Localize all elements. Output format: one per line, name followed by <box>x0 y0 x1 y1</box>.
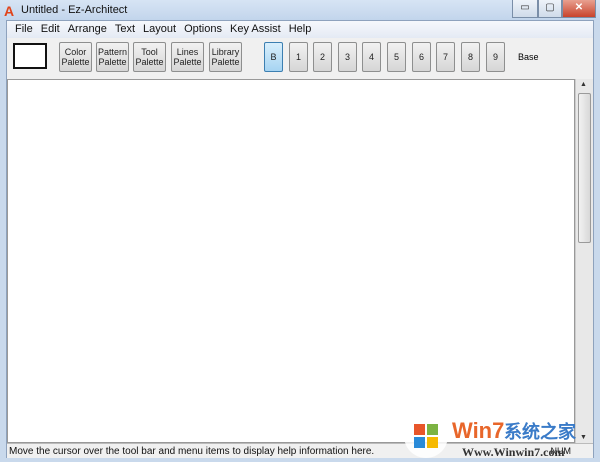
title-bar: A Untitled - Ez-Architect ▭ ▢ ✕ <box>0 0 600 20</box>
button-label: Palette <box>135 57 164 67</box>
button-label: Pattern <box>97 47 128 57</box>
button-label: Color <box>64 47 87 57</box>
svg-text:Win7: Win7 <box>452 418 504 443</box>
pattern-palette-button[interactable]: Pattern Palette <box>96 42 129 72</box>
layer-button-9[interactable]: 9 <box>486 42 505 72</box>
layer-button-7[interactable]: 7 <box>436 42 455 72</box>
button-label: Lines <box>176 47 199 57</box>
layer-button-base[interactable]: B <box>264 42 283 72</box>
watermark-logo: Win7 系统之家 Www.Winwin7.com <box>404 414 577 459</box>
menu-key-assist[interactable]: Key Assist <box>226 21 285 38</box>
menu-text[interactable]: Text <box>111 21 139 38</box>
window-title: Untitled - Ez-Architect <box>21 4 128 16</box>
button-label: Palette <box>61 57 90 67</box>
button-label: Palette <box>98 57 127 67</box>
color-palette-button[interactable]: Color Palette <box>59 42 92 72</box>
menu-edit[interactable]: Edit <box>37 21 64 38</box>
status-text: Move the cursor over the tool bar and me… <box>9 446 375 457</box>
layer-button-5[interactable]: 5 <box>387 42 406 72</box>
scroll-up-icon[interactable]: ▲ <box>580 81 587 88</box>
svg-text:系统之家: 系统之家 <box>504 421 577 443</box>
app-logo-icon: A <box>4 3 15 19</box>
layer-button-3[interactable]: 3 <box>338 42 357 72</box>
vertical-scrollbar[interactable]: ▲ ▼ <box>575 79 593 443</box>
menu-arrange[interactable]: Arrange <box>64 21 111 38</box>
layer-button-1[interactable]: 1 <box>289 42 308 72</box>
layer-button-6[interactable]: 6 <box>412 42 431 72</box>
library-palette-button[interactable]: Library Palette <box>209 42 242 72</box>
button-label: Palette <box>173 57 202 67</box>
menu-options[interactable]: Options <box>180 21 226 38</box>
maximize-button[interactable]: ▢ <box>538 0 562 18</box>
layer-button-8[interactable]: 8 <box>461 42 480 72</box>
button-label: Library <box>211 47 240 57</box>
layer-button-4[interactable]: 4 <box>362 42 381 72</box>
tool-palette-button[interactable]: Tool Palette <box>133 42 166 72</box>
svg-text:Www.Winwin7.com: Www.Winwin7.com <box>462 445 564 459</box>
close-button[interactable]: ✕ <box>562 0 596 18</box>
toolbar: Color Palette Pattern Palette Tool Palette … <box>7 38 593 78</box>
drawing-canvas[interactable] <box>7 79 575 443</box>
menu-file[interactable]: File <box>11 21 37 38</box>
app-window: File Edit Arrange Text Layout Options Ke… <box>6 20 594 458</box>
menu-bar: File Edit Arrange Text Layout Options Ke… <box>7 21 593 38</box>
menu-layout[interactable]: Layout <box>139 21 180 38</box>
current-color-swatch[interactable] <box>13 43 47 69</box>
lines-palette-button[interactable]: Lines Palette <box>171 42 204 72</box>
menu-help[interactable]: Help <box>285 21 316 38</box>
button-label: Palette <box>211 57 240 67</box>
scroll-thumb[interactable] <box>578 93 591 243</box>
minimize-button[interactable]: ▭ <box>512 0 538 18</box>
layer-name-label: Base <box>518 52 539 62</box>
button-label: Tool <box>141 47 158 57</box>
layer-button-2[interactable]: 2 <box>313 42 332 72</box>
